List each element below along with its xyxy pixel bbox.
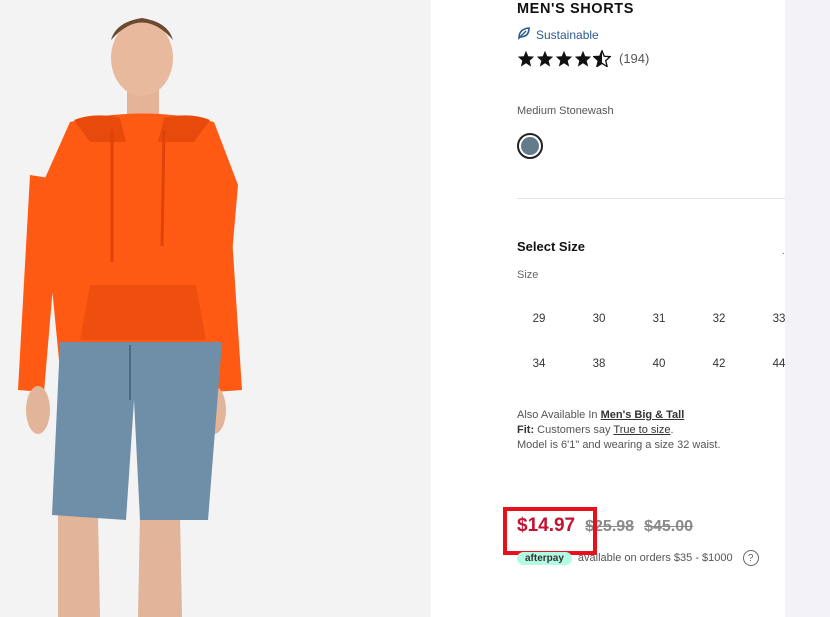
size-option-29[interactable]: 29 [509,306,569,331]
product-info: Also Available In Men's Big & Tall Fit: … [517,408,721,453]
also-available-line: Also Available In Men's Big & Tall [517,408,721,423]
size-option-30[interactable]: 30 [569,306,629,331]
size-option-40[interactable]: 40 [629,351,689,376]
fit-text: Customers say [537,424,611,436]
size-option-34[interactable]: 34 [509,351,569,376]
star-half-icon [593,50,611,67]
size-option-32[interactable]: 32 [689,306,749,331]
size-option-44[interactable]: 44 [749,351,785,376]
size-option-31[interactable]: 31 [629,306,689,331]
size-option-42[interactable]: 42 [689,351,749,376]
help-icon[interactable]: ? [742,550,759,566]
model-info: Model is 6'1" and wearing a size 32 wais… [517,439,721,451]
true-to-size-link[interactable]: True to size [613,424,670,436]
star-rating [517,50,611,67]
price-highlight-box [503,507,597,555]
fit-suffix: . [670,424,674,436]
color-swatch-fill [521,137,539,155]
big-tall-link[interactable]: Men's Big & Tall [601,409,685,421]
star-icon [574,50,592,67]
product-title: MEN'S SHORTS [517,1,634,17]
divider [517,198,785,199]
afterpay-logo: afterpay [517,551,572,565]
size-label: Size [517,269,539,281]
original-price: $45.00 [644,518,693,535]
star-icon [555,50,573,67]
review-count[interactable]: (194) [619,51,649,66]
rating[interactable]: (194) [517,50,649,67]
star-icon [536,50,554,67]
select-size-heading: Select Size [517,239,585,254]
afterpay-row: afterpay available on orders $35 - $1000… [517,550,759,566]
also-available-text: Also Available In [517,409,598,421]
afterpay-text: available on orders $35 - $1000 [577,552,733,564]
star-icon [517,50,535,67]
fit-label: Fit: [517,424,535,436]
size-options: 29 30 31 32 33 34 38 40 42 44 [509,306,785,376]
product-image[interactable] [0,0,431,617]
color-name: Medium Stonewash [517,105,614,117]
model-photo [0,0,431,617]
leaf-icon [517,26,531,43]
product-details-panel: MEN'S SHORTS Sustainable (194) Medium St… [431,0,785,617]
fit-line: Fit: Customers say True to size. [517,423,721,438]
color-swatch[interactable] [517,133,543,159]
sustainable-badge[interactable]: Sustainable [517,26,599,43]
page-gutter [785,0,830,617]
size-option-33[interactable]: 33 [749,306,785,331]
sustainable-label: Sustainable [536,27,599,42]
size-option-38[interactable]: 38 [569,351,629,376]
